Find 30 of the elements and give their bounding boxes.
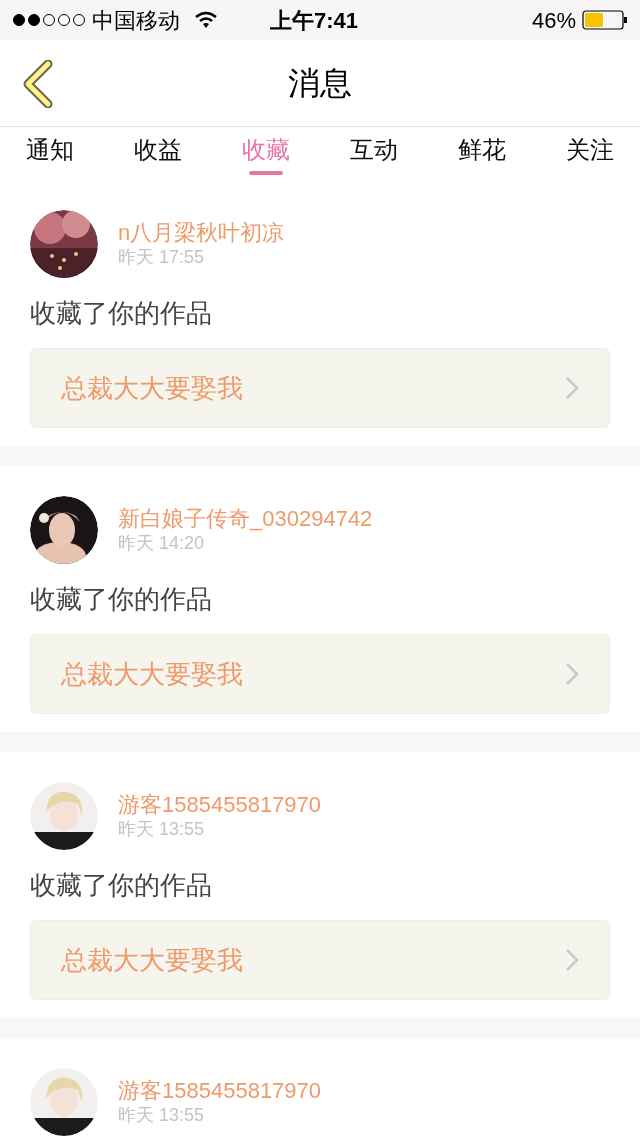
user-name[interactable]: n八月梁秋叶初凉	[118, 220, 285, 246]
tab[interactable]: 收藏	[242, 127, 290, 180]
page-title: 消息	[288, 64, 352, 103]
message-text: 收藏了你的作品	[30, 583, 213, 616]
signal-icon	[12, 13, 86, 27]
chevron-right-icon	[565, 662, 579, 686]
work-link[interactable]: 总裁大大要娶我	[30, 634, 610, 714]
user-name[interactable]: 游客1585455817970	[118, 1078, 322, 1104]
user-name[interactable]: 游客1585455817970	[118, 792, 322, 818]
work-link[interactable]: 总裁大大要娶我	[30, 920, 610, 1000]
battery-percent: 46%	[531, 6, 576, 35]
message-time: 昨天 13:55	[118, 818, 206, 840]
user-name[interactable]: 新白娘子传奇_030294742	[118, 506, 373, 532]
tab[interactable]: 关注	[566, 127, 614, 180]
message-text: 收藏了你的作品	[30, 297, 213, 330]
tab[interactable]: 收益	[134, 127, 182, 180]
carrier-name: 中国移动	[92, 6, 180, 35]
tab[interactable]: 互动	[350, 127, 398, 180]
message-time: 昨天 14:20	[118, 532, 206, 554]
tab[interactable]: 通知	[26, 127, 74, 180]
message-text: 收藏了你的作品	[30, 869, 213, 902]
message-time: 昨天 17:55	[118, 246, 206, 268]
message-time: 昨天 13:55	[118, 1104, 206, 1126]
chevron-right-icon	[565, 376, 579, 400]
tab[interactable]: 鲜花	[458, 127, 506, 180]
battery-icon	[582, 10, 628, 30]
chevron-right-icon	[565, 948, 579, 972]
wifi-icon	[194, 11, 218, 29]
clock-time: 上午7:41	[270, 6, 359, 35]
work-link[interactable]: 总裁大大要娶我	[30, 348, 610, 428]
